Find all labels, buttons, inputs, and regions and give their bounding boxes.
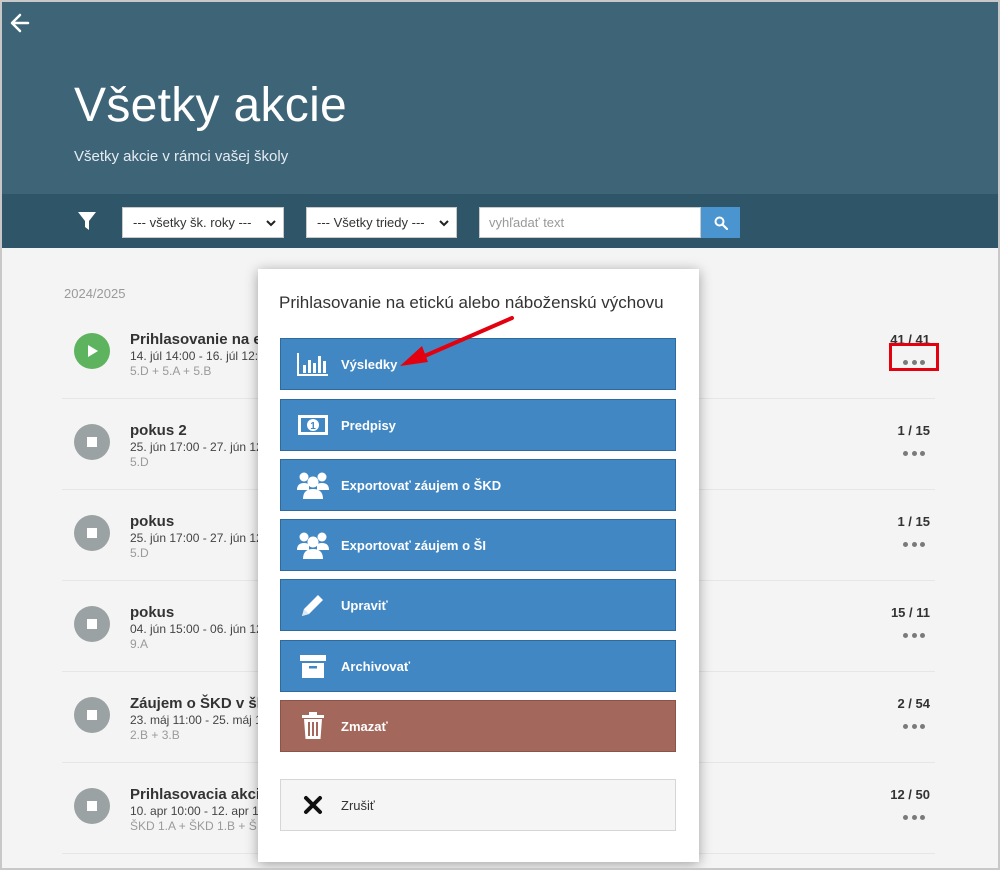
- status-stopped-icon: [74, 424, 110, 460]
- pencil-icon: [302, 595, 323, 616]
- page-subtitle: Všetky akcie v rámci vašej školy: [74, 148, 289, 165]
- export-skd-button[interactable]: Exportovať záujem o ŠKD: [280, 459, 676, 511]
- annotation-highlight-box: [889, 343, 939, 371]
- event-date: 04. jún 15:00 - 06. jún 12: [130, 622, 263, 636]
- app-window: Všetky akcie Všetky akcie v rámci vašej …: [0, 0, 1000, 870]
- more-options-icon[interactable]: [903, 810, 925, 824]
- event-classes: 5.D + 5.A + 5.B: [130, 364, 212, 378]
- export-si-button-label: Exportovať záujem o ŠI: [341, 537, 486, 553]
- year-label: 2024/2025: [64, 286, 126, 301]
- filter-bar: --- všetky šk. roky --- --- Všetky tried…: [2, 194, 998, 248]
- event-title: pokus: [130, 513, 175, 530]
- svg-text:1: 1: [310, 421, 316, 432]
- search-icon: [714, 216, 728, 230]
- event-title: pokus 2: [130, 422, 187, 439]
- more-options-icon[interactable]: [903, 719, 925, 733]
- page-title: Všetky akcie: [74, 79, 348, 132]
- edit-button-label: Upraviť: [341, 597, 388, 613]
- close-x-icon: [304, 796, 322, 814]
- search-input[interactable]: vyhľadať text: [479, 207, 701, 238]
- search-button[interactable]: [701, 207, 740, 238]
- archive-box-icon: [300, 655, 326, 678]
- school-year-select[interactable]: --- všetky šk. roky ---: [122, 207, 284, 238]
- event-classes: 2.B + 3.B: [130, 728, 180, 742]
- event-count: 1 / 15: [897, 514, 930, 529]
- regulations-button-label: Predpisy: [341, 417, 396, 433]
- archive-button[interactable]: Archivovať: [280, 640, 676, 692]
- actions-dialog: Prihlasovanie na etickú alebo náboženskú…: [258, 269, 699, 862]
- results-button[interactable]: Výsledky: [280, 338, 676, 390]
- users-icon: [297, 532, 329, 559]
- back-button[interactable]: [8, 10, 34, 36]
- event-date: 25. jún 17:00 - 27. jún 12: [130, 531, 263, 545]
- delete-button[interactable]: Zmazať: [280, 700, 676, 752]
- event-title: pokus: [130, 604, 175, 621]
- chevron-down-icon: [266, 220, 276, 227]
- filter-icon: [78, 212, 96, 230]
- more-options-icon[interactable]: [903, 446, 925, 460]
- school-year-select-value: --- všetky šk. roky ---: [133, 215, 252, 230]
- banknote-icon: 1: [298, 415, 328, 435]
- class-select[interactable]: --- Všetky triedy ---: [306, 207, 457, 238]
- dialog-title: Prihlasovanie na etickú alebo náboženskú…: [279, 293, 664, 312]
- event-title: Záujem o ŠKD v šk: [130, 695, 266, 712]
- event-classes: 9.A: [130, 637, 149, 651]
- event-classes: 5.D: [130, 455, 149, 469]
- cancel-button-label: Zrušiť: [341, 797, 375, 813]
- bar-chart-icon: [297, 353, 328, 376]
- trash-icon: [302, 712, 324, 739]
- cancel-button[interactable]: Zrušiť: [280, 779, 676, 831]
- archive-button-label: Archivovať: [341, 658, 411, 674]
- event-count: 1 / 15: [897, 423, 930, 438]
- users-icon: [297, 472, 329, 499]
- export-skd-button-label: Exportovať záujem o ŠKD: [341, 477, 502, 493]
- class-select-value: --- Všetky triedy ---: [317, 215, 425, 230]
- event-date: 10. apr 10:00 - 12. apr 1: [130, 804, 259, 818]
- event-date: 25. jún 17:00 - 27. jún 12: [130, 440, 263, 454]
- event-count: 12 / 50: [890, 787, 930, 802]
- regulations-button[interactable]: 1 Predpisy: [280, 399, 676, 451]
- status-running-icon: [74, 333, 110, 369]
- event-count: 15 / 11: [890, 605, 930, 620]
- chevron-down-icon: [439, 220, 449, 227]
- event-title: Prihlasovacia akci: [130, 786, 261, 803]
- more-options-icon[interactable]: [903, 628, 925, 642]
- status-stopped-icon: [74, 788, 110, 824]
- results-button-label: Výsledky: [341, 356, 398, 372]
- more-options-icon[interactable]: [903, 537, 925, 551]
- export-si-button[interactable]: Exportovať záujem o ŠI: [280, 519, 676, 571]
- event-count: 2 / 54: [897, 696, 930, 711]
- status-stopped-icon: [74, 697, 110, 733]
- event-classes: 5.D: [130, 546, 149, 560]
- arrow-left-icon: [10, 13, 30, 33]
- event-classes: ŠKD 1.A + ŠKD 1.B + Š: [130, 819, 257, 833]
- event-title: Prihlasovanie na e: [130, 331, 262, 348]
- delete-button-label: Zmazať: [341, 718, 388, 734]
- event-date: 23. máj 11:00 - 25. máj 1: [130, 713, 262, 727]
- page-header: Všetky akcie Všetky akcie v rámci vašej …: [2, 2, 998, 194]
- status-stopped-icon: [74, 606, 110, 642]
- status-stopped-icon: [74, 515, 110, 551]
- search-placeholder: vyhľadať text: [489, 215, 565, 230]
- event-date: 14. júl 14:00 - 16. júl 12:: [130, 349, 259, 363]
- edit-button[interactable]: Upraviť: [280, 579, 676, 631]
